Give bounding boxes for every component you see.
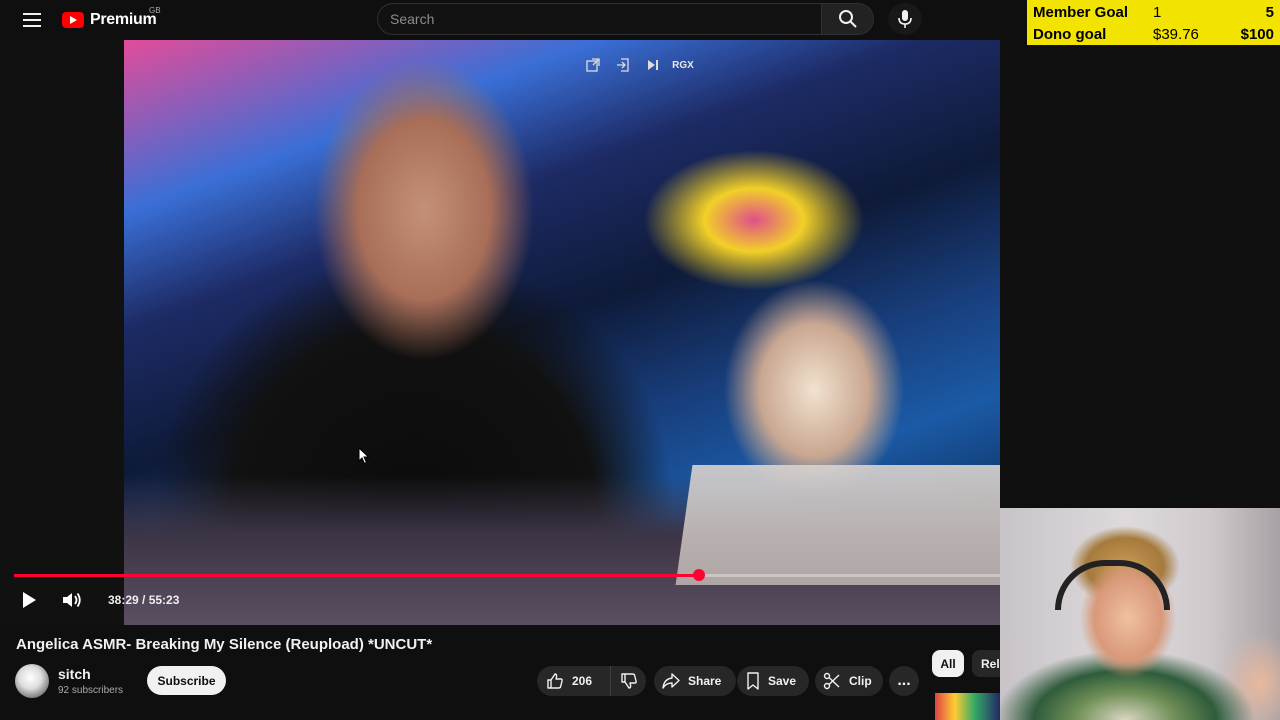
enter-icon[interactable]	[615, 57, 631, 73]
more-actions-button[interactable]: ...	[889, 666, 919, 696]
subscriber-count: 92 subscribers	[58, 685, 124, 696]
video-title: Angelica ASMR- Breaking My Silence (Reup…	[16, 636, 433, 653]
bookmark-icon	[747, 672, 759, 690]
dislike-button[interactable]	[611, 666, 646, 696]
search-icon	[838, 10, 857, 28]
search-input[interactable]	[378, 4, 821, 34]
channel-avatar[interactable]	[15, 664, 49, 698]
logo-text: Premium	[90, 11, 157, 28]
thumbs-up-icon	[547, 673, 563, 689]
save-label: Save	[768, 674, 797, 688]
video-player[interactable]	[0, 40, 1000, 625]
menu-icon[interactable]	[18, 9, 46, 31]
like-dislike-group: 206	[537, 666, 646, 696]
like-count: 206	[572, 674, 593, 688]
search-field[interactable]	[377, 3, 822, 35]
goal-target: 5	[1265, 3, 1274, 21]
region-code: GB	[149, 6, 161, 15]
member-goal-row: Member Goal 1 5	[1027, 1, 1280, 23]
goal-label: Dono goal	[1033, 25, 1107, 43]
streamer-webcam	[1000, 508, 1280, 720]
dono-goal-row: Dono goal $39.76 $100	[1027, 23, 1280, 45]
share-label: Share	[688, 674, 722, 688]
progress-scrubber[interactable]	[693, 569, 705, 581]
video-overlay-controls: RGX	[585, 57, 694, 73]
volume-icon	[63, 592, 81, 608]
youtube-play-icon	[62, 12, 84, 28]
search-button[interactable]	[822, 3, 874, 35]
subscribe-button[interactable]: Subscribe	[147, 666, 226, 695]
share-icon	[662, 673, 680, 689]
goal-label: Member Goal	[1033, 3, 1129, 21]
skip-next-icon[interactable]	[645, 57, 661, 73]
voice-search-button[interactable]	[888, 3, 922, 35]
play-button[interactable]	[18, 590, 42, 610]
progress-bar-played	[14, 574, 699, 577]
chip-all[interactable]: All	[932, 650, 964, 677]
goal-current: $39.76	[1153, 25, 1199, 43]
time-display: 38:29 / 55:23	[108, 593, 180, 607]
play-icon	[23, 592, 36, 608]
related-video-thumbnail[interactable]	[935, 693, 1001, 720]
clip-label: Clip	[849, 674, 872, 688]
rgx-label[interactable]: RGX	[672, 57, 694, 73]
like-button[interactable]: 206	[537, 666, 611, 696]
microphone-icon	[898, 10, 912, 28]
channel-name[interactable]: sitch	[58, 666, 91, 682]
scissors-icon	[823, 672, 840, 690]
goal-current: 1	[1153, 3, 1162, 21]
mouse-cursor-icon	[358, 447, 370, 465]
popout-icon[interactable]	[585, 57, 601, 73]
video-frame	[124, 40, 1000, 625]
more-icon: ...	[897, 672, 911, 689]
goal-target: $100	[1240, 25, 1274, 43]
volume-button[interactable]	[60, 590, 84, 610]
share-button[interactable]: Share	[654, 666, 736, 696]
save-button[interactable]: Save	[737, 666, 809, 696]
stream-goals-overlay: Member Goal 1 5 Dono goal $39.76 $100	[1027, 0, 1280, 45]
clip-button[interactable]: Clip	[815, 666, 883, 696]
youtube-logo[interactable]: Premium	[62, 8, 157, 32]
thumbs-down-icon	[620, 673, 637, 689]
